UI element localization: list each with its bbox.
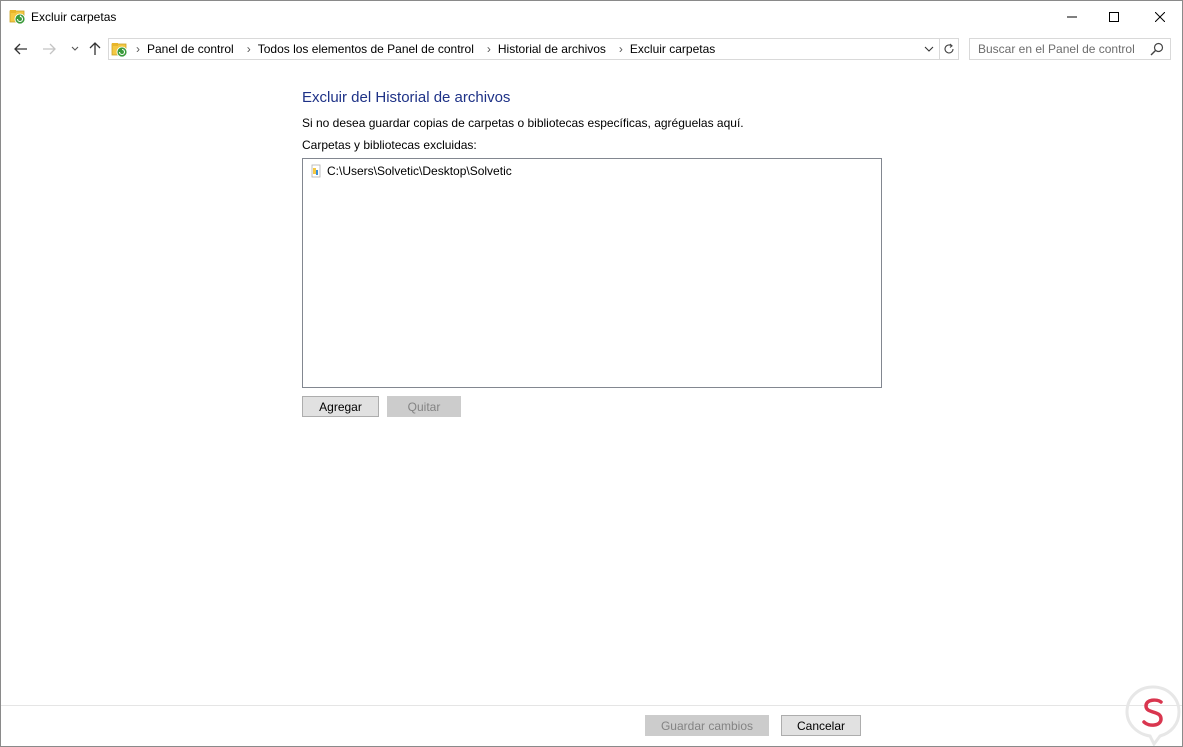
excluded-list-label: Carpetas y bibliotecas excluidas: bbox=[302, 138, 477, 152]
chevron-right-icon[interactable]: › bbox=[482, 42, 496, 56]
chevron-right-icon[interactable]: › bbox=[242, 42, 256, 56]
breadcrumb-historial-de-archivos[interactable]: Historial de archivos bbox=[496, 42, 614, 56]
minimize-icon bbox=[1067, 16, 1077, 17]
list-item[interactable]: C:\Users\Solvetic\Desktop\Solvetic bbox=[309, 162, 512, 180]
chevron-down-icon bbox=[71, 46, 79, 51]
solvetic-logo-icon bbox=[1125, 685, 1181, 746]
breadcrumb-panel-de-control[interactable]: Panel de control bbox=[145, 42, 242, 56]
address-dropdown-button[interactable] bbox=[921, 41, 937, 57]
address-bar[interactable]: › Panel de control › Todos los elementos… bbox=[108, 38, 940, 60]
save-changes-button[interactable]: Guardar cambios bbox=[645, 715, 769, 736]
file-history-app-icon bbox=[9, 10, 26, 25]
breadcrumb: › Panel de control › Todos los elementos… bbox=[131, 42, 723, 56]
chevron-right-icon[interactable]: › bbox=[131, 42, 145, 56]
arrow-left-icon bbox=[14, 43, 27, 55]
search-icon[interactable] bbox=[1150, 42, 1164, 56]
chevron-right-icon[interactable]: › bbox=[614, 42, 628, 56]
navigation-bar: › Panel de control › Todos los elementos… bbox=[1, 32, 1182, 66]
maximize-button[interactable] bbox=[1091, 1, 1137, 32]
search-input[interactable] bbox=[970, 39, 1145, 59]
back-button[interactable] bbox=[12, 40, 30, 58]
title-bar: Excluir carpetas bbox=[1, 1, 1182, 32]
add-button[interactable]: Agregar bbox=[302, 396, 379, 417]
remove-button[interactable]: Quitar bbox=[387, 396, 461, 417]
footer-divider bbox=[1, 705, 1182, 706]
minimize-button[interactable] bbox=[1049, 1, 1095, 32]
maximize-icon bbox=[1109, 11, 1119, 22]
close-button[interactable] bbox=[1137, 1, 1183, 32]
arrow-up-icon bbox=[89, 42, 101, 55]
recent-locations-button[interactable] bbox=[66, 40, 84, 58]
excluded-folders-list[interactable]: C:\Users\Solvetic\Desktop\Solvetic bbox=[302, 158, 882, 388]
control-panel-icon bbox=[111, 43, 128, 58]
page-description: Si no desea guardar copias de carpetas o… bbox=[302, 116, 744, 130]
up-button[interactable] bbox=[86, 40, 104, 58]
forward-button[interactable] bbox=[40, 40, 58, 58]
breadcrumb-excluir-carpetas[interactable]: Excluir carpetas bbox=[628, 42, 723, 56]
refresh-button[interactable] bbox=[939, 38, 959, 60]
cancel-button[interactable]: Cancelar bbox=[781, 715, 861, 736]
list-item-path: C:\Users\Solvetic\Desktop\Solvetic bbox=[327, 164, 512, 178]
arrow-right-icon bbox=[43, 43, 56, 55]
breadcrumb-todos-los-elementos[interactable]: Todos los elementos de Panel de control bbox=[256, 42, 482, 56]
file-history-window: Excluir carpetas › Panel de control › To… bbox=[0, 0, 1183, 747]
window-title: Excluir carpetas bbox=[31, 10, 117, 24]
folder-icon bbox=[311, 164, 321, 178]
page-title: Excluir del Historial de archivos bbox=[302, 89, 511, 106]
search-box[interactable] bbox=[969, 38, 1171, 60]
close-icon bbox=[1155, 11, 1165, 22]
chevron-down-icon bbox=[924, 46, 934, 52]
refresh-icon bbox=[943, 43, 954, 54]
